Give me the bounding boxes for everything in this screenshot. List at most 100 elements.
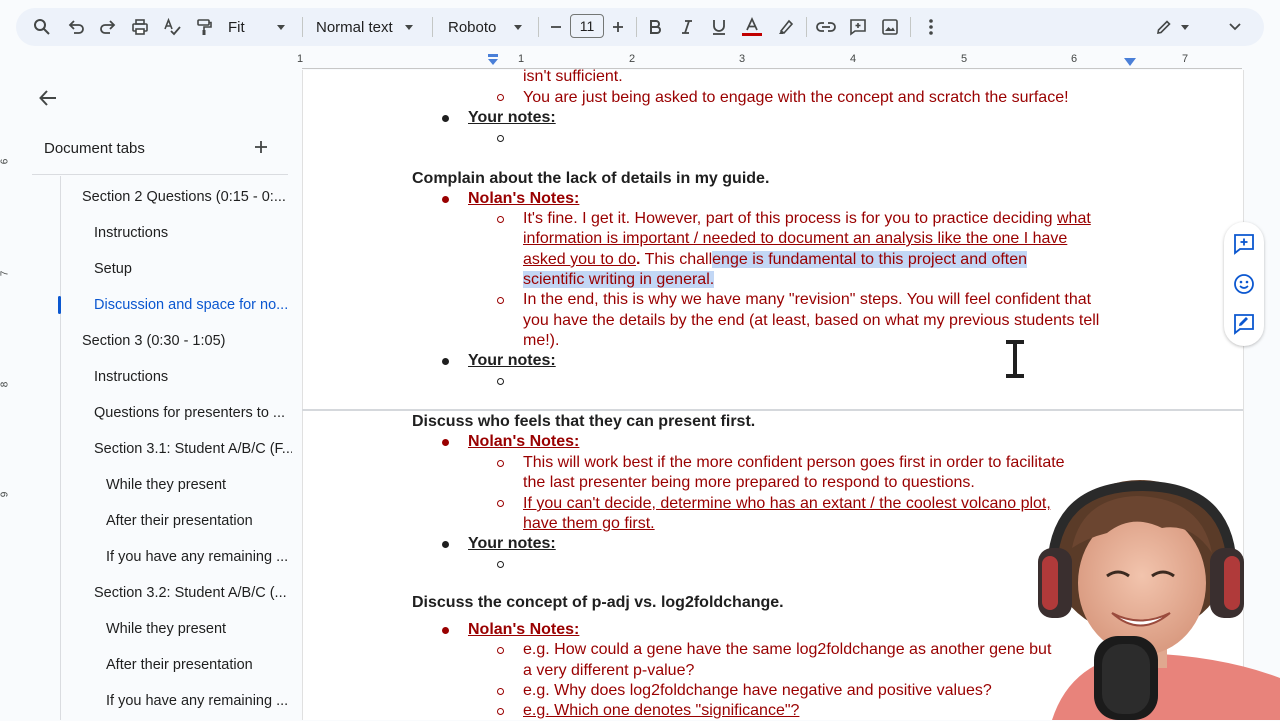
sub-bullet [497, 460, 504, 467]
sub-bullet [497, 297, 504, 304]
print-icon[interactable] [128, 8, 152, 46]
text-line: information is important / needed to doc… [523, 230, 1068, 247]
add-tab-icon[interactable] [254, 140, 272, 158]
add-comment-icon[interactable] [846, 8, 870, 46]
undo-icon[interactable] [64, 8, 88, 46]
highlight-color-icon[interactable] [774, 8, 798, 46]
your-notes-label: Your notes: [468, 352, 556, 369]
text-line: You are just being asked to engage with … [523, 89, 1069, 106]
ruler-baseline [302, 68, 1242, 69]
sub-bullet [497, 561, 504, 568]
text-line: e.g. How could a gene have the same log2… [523, 641, 1052, 658]
back-arrow-icon[interactable] [38, 88, 62, 108]
text-line: asked you to do. This challenge is funda… [523, 250, 1028, 270]
sidebar-item-while-they-present[interactable]: While they present [106, 621, 292, 637]
sub-bullet [497, 500, 504, 507]
your-notes-label: Your notes: [468, 535, 556, 552]
sidebar-item-section-3-1[interactable]: Section 3.1: Student A/B/C (F... [94, 441, 292, 457]
document-tabs-sidebar: Document tabs Section 2 Questions (0:15 … [16, 70, 302, 720]
spellcheck-icon[interactable] [160, 8, 184, 46]
decrease-font-size-icon[interactable] [546, 8, 566, 46]
sidebar-item-while-they-present[interactable]: While they present [106, 477, 292, 493]
style-select[interactable]: Normal text [316, 8, 420, 46]
font-select[interactable]: Roboto [448, 8, 528, 46]
selected-text: scientific writing in general. [523, 271, 715, 288]
document-tabs-title: Document tabs [44, 140, 145, 157]
chevron-down-icon [1181, 24, 1189, 30]
sidebar-item-section-2-questions[interactable]: Section 2 Questions (0:15 - 0:... [82, 189, 292, 205]
underline-icon[interactable] [708, 8, 730, 46]
divider [432, 17, 433, 37]
sub-bullet [497, 688, 504, 695]
ruler-number: 6 [1070, 53, 1078, 65]
first-line-indent-marker[interactable] [486, 54, 500, 66]
emoji-reaction-icon[interactable] [1232, 272, 1256, 296]
collapse-toolbar-icon[interactable] [1222, 8, 1248, 46]
sidebar-item-discussion[interactable]: Discussion and space for no... [94, 297, 292, 313]
divider [538, 17, 539, 37]
bullet [442, 439, 449, 446]
chevron-down-icon [514, 24, 523, 30]
add-comment-icon[interactable] [1232, 232, 1256, 256]
text-line: a very different p-value? [523, 662, 695, 679]
ruler-number: 1 [517, 53, 525, 65]
chevron-down-icon [404, 24, 413, 30]
redo-icon[interactable] [96, 8, 120, 46]
sub-bullet [497, 708, 504, 715]
text-line: you have the details by the end (at leas… [523, 312, 1100, 329]
italic-icon[interactable] [676, 8, 698, 46]
text-line: me!). [523, 332, 560, 349]
sidebar-divider [32, 174, 288, 175]
sidebar-item-remaining[interactable]: If you have any remaining ... [106, 693, 292, 709]
suggest-edits-icon[interactable] [1232, 312, 1256, 336]
sidebar-item-instructions[interactable]: Instructions [94, 369, 292, 385]
tree-guide-line [60, 176, 61, 720]
webcam-overlay [1012, 478, 1280, 720]
sidebar-item-remaining[interactable]: If you have any remaining ... [106, 549, 292, 565]
sidebar-item-instructions[interactable]: Instructions [94, 225, 292, 241]
font-size-value: 11 [579, 18, 595, 34]
sidebar-item-after-presentation[interactable]: After their presentation [106, 513, 292, 529]
bold-icon[interactable] [644, 8, 666, 46]
nolans-notes-label: Nolan's Notes: [468, 621, 580, 638]
paint-format-icon[interactable] [192, 8, 216, 46]
font-value: Roboto [448, 18, 497, 36]
zoom-select[interactable]: Fit [228, 8, 298, 46]
sub-bullet [497, 94, 504, 101]
ruler-number: 4 [849, 53, 857, 65]
section-heading: Discuss who feels that they can present … [412, 413, 756, 430]
search-menus-icon[interactable] [30, 8, 54, 46]
ruler-number: 3 [738, 53, 746, 65]
editing-mode-button[interactable] [1152, 8, 1192, 46]
sidebar-item-setup[interactable]: Setup [94, 261, 292, 277]
nolans-notes-label: Nolan's Notes: [468, 433, 580, 450]
font-size-input[interactable]: 11 [570, 14, 604, 38]
text-color-icon[interactable] [740, 8, 764, 46]
text-line: e.g. Why does log2foldchange have negati… [523, 682, 992, 699]
bullet [442, 541, 449, 548]
ruler-number: 5 [960, 53, 968, 65]
side-actions-panel [1224, 222, 1264, 346]
text-run: what [1056, 210, 1091, 227]
pencil-icon [1157, 20, 1171, 34]
selected-text: enge is fundamental to this project and … [712, 251, 1028, 268]
ruler-number: 8 [0, 381, 11, 388]
insert-image-icon[interactable] [878, 8, 902, 46]
sidebar-item-after-presentation[interactable]: After their presentation [106, 657, 292, 673]
right-indent-marker[interactable] [1124, 58, 1136, 66]
sidebar-item-section-3[interactable]: Section 3 (0:30 - 1:05) [82, 333, 292, 349]
sidebar-item-questions-for-presenters[interactable]: Questions for presenters to ... [94, 405, 292, 421]
text-line: In the end, this is why we have many "re… [523, 291, 1092, 308]
sidebar-item-section-3-2[interactable]: Section 3.2: Student A/B/C (... [94, 585, 292, 601]
insert-link-icon[interactable] [814, 8, 838, 46]
more-options-icon[interactable] [920, 8, 942, 46]
increase-font-size-icon[interactable] [608, 8, 628, 46]
text-cursor-icon [1006, 340, 1024, 378]
section-heading: Discuss the concept of p-adj vs. log2fol… [412, 594, 784, 611]
ruler-number: 1 [296, 53, 304, 65]
bullet [442, 627, 449, 634]
nolans-notes-label: Nolan's Notes: [468, 190, 580, 207]
vertical-ruler: 6 7 8 9 [0, 70, 16, 720]
style-value: Normal text [316, 18, 393, 36]
text-line: This will work best if the more confiden… [523, 454, 1065, 471]
